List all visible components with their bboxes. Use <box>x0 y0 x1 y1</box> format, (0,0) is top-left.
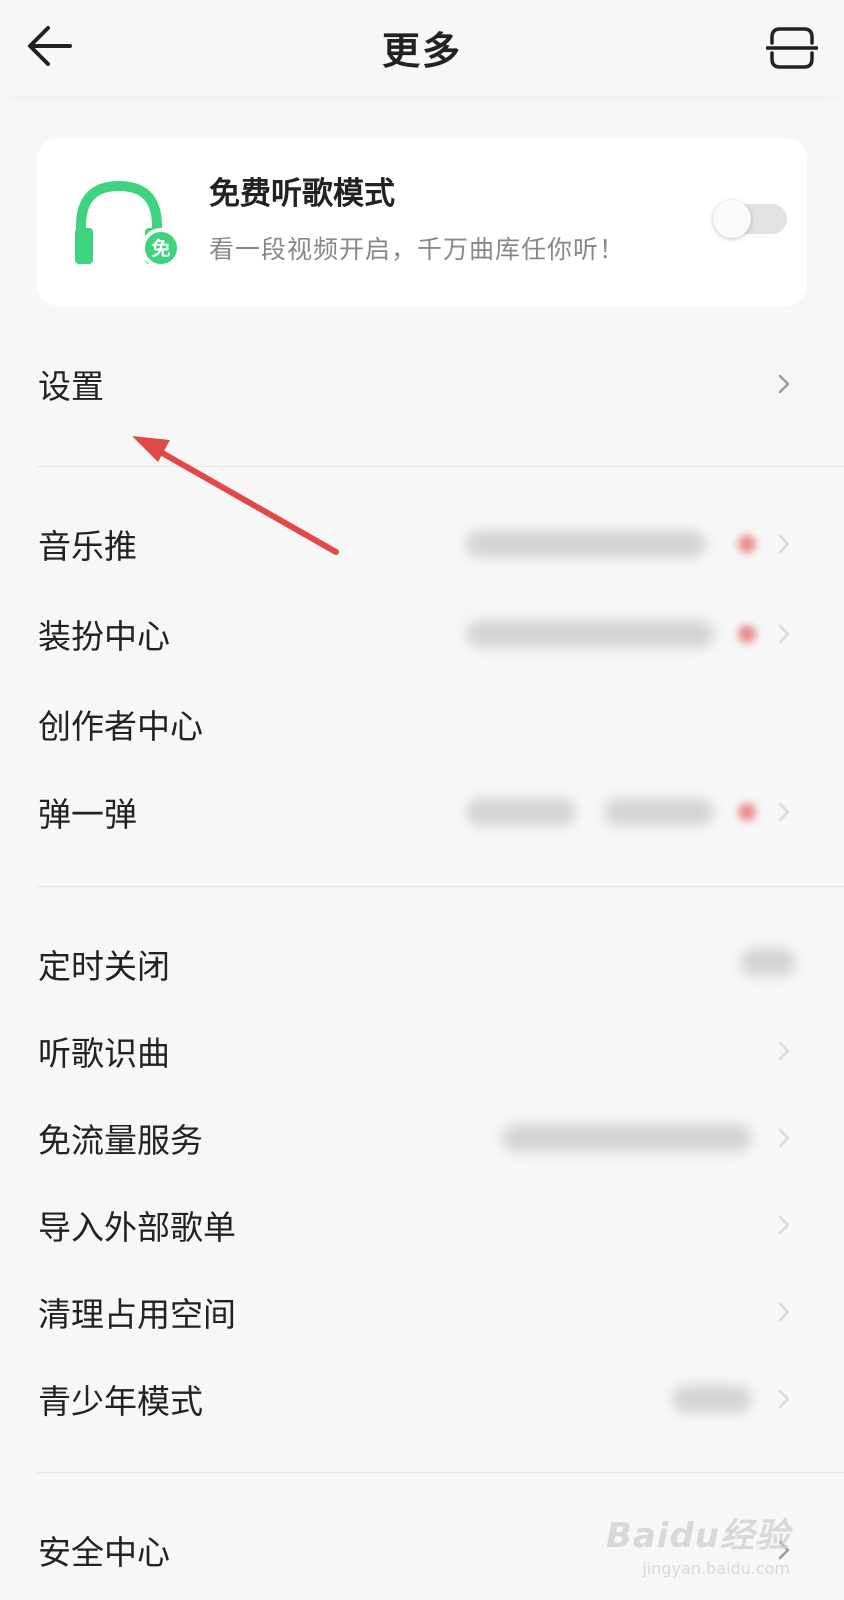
scan-button[interactable] <box>762 20 822 76</box>
chevron-right-icon <box>778 1041 790 1061</box>
blurred-value <box>466 530 706 558</box>
menu-item-clear-storage[interactable]: 清理占用空间 <box>0 1274 844 1350</box>
baidu-watermark: Baidu经验 jingyan.baidu.com <box>606 1508 790 1578</box>
page-title: 更多 <box>381 29 462 73</box>
menu-item-label: 免流量服务 <box>38 1121 203 1160</box>
chevron-right-icon <box>778 1302 790 1322</box>
menu-item-settings[interactable]: 设置 <box>0 346 844 422</box>
menu-item-label: 定时关闭 <box>38 947 170 986</box>
menu-item-music-push[interactable]: 音乐推 <box>0 506 844 582</box>
section-divider <box>37 886 844 887</box>
chevron-right-icon <box>778 1215 790 1235</box>
menu-item-label: 清理占用空间 <box>38 1295 236 1334</box>
section-divider <box>37 1472 844 1473</box>
blurred-value <box>466 620 714 648</box>
menu-item-import-playlist[interactable]: 导入外部歌单 <box>0 1187 844 1263</box>
menu-item-label: 青少年模式 <box>38 1382 203 1421</box>
menu-item-data-free-service[interactable]: 免流量服务 <box>0 1100 844 1176</box>
blurred-value <box>466 798 576 826</box>
menu-item-label: 音乐推 <box>38 527 137 566</box>
toggle-knob <box>713 200 751 238</box>
menu-item-label: 创作者中心 <box>38 707 203 746</box>
top-bar: 更多 <box>0 0 844 96</box>
menu-item-label: 装扮中心 <box>38 617 170 656</box>
menu-item-label: 导入外部歌单 <box>38 1208 236 1247</box>
scan-icon <box>766 27 818 69</box>
menu-item-label: 弹一弹 <box>38 795 137 834</box>
chevron-right-icon <box>778 1128 790 1148</box>
chevron-right-icon <box>778 802 790 822</box>
blurred-value <box>672 1385 752 1413</box>
free-mode-card[interactable]: 免 免费听歌模式 看一段视频开启，千万曲库任你听！ <box>37 138 807 306</box>
blurred-value <box>740 948 796 976</box>
menu-item-teen-mode[interactable]: 青少年模式 <box>0 1361 844 1437</box>
headphones-icon: 免 <box>75 180 181 268</box>
menu-item-label: 听歌识曲 <box>38 1034 170 1073</box>
blurred-value <box>604 798 714 826</box>
blurred-red-dot <box>738 625 756 643</box>
chevron-right-icon <box>778 534 790 554</box>
chevron-right-icon <box>778 1389 790 1409</box>
free-mode-title: 免费听歌模式 <box>209 176 395 212</box>
menu-item-label: 设置 <box>38 367 104 406</box>
free-mode-description: 看一段视频开启，千万曲库任你听！ <box>209 235 626 264</box>
menu-item-theme-center[interactable]: 装扮中心 <box>0 596 844 672</box>
menu-item-song-recognition[interactable]: 听歌识曲 <box>0 1013 844 1089</box>
chevron-right-icon <box>778 374 790 394</box>
blurred-red-dot <box>738 803 756 821</box>
menu-item-sleep-timer[interactable]: 定时关闭 <box>0 926 844 1002</box>
free-mode-toggle[interactable] <box>713 200 787 238</box>
free-badge-text: 免 <box>151 237 170 260</box>
menu-item-bounce[interactable]: 弹一弹 <box>0 774 844 850</box>
chevron-right-icon <box>778 624 790 644</box>
menu-item-label: 安全中心 <box>38 1533 170 1572</box>
section-divider <box>37 466 844 467</box>
blurred-value <box>502 1124 752 1152</box>
blurred-red-dot <box>738 535 756 553</box>
menu-item-creator-center[interactable]: 创作者中心 <box>0 686 844 762</box>
watermark-url: jingyan.baidu.com <box>642 1559 790 1578</box>
watermark-brand: Baidu经验 <box>605 1516 790 1556</box>
